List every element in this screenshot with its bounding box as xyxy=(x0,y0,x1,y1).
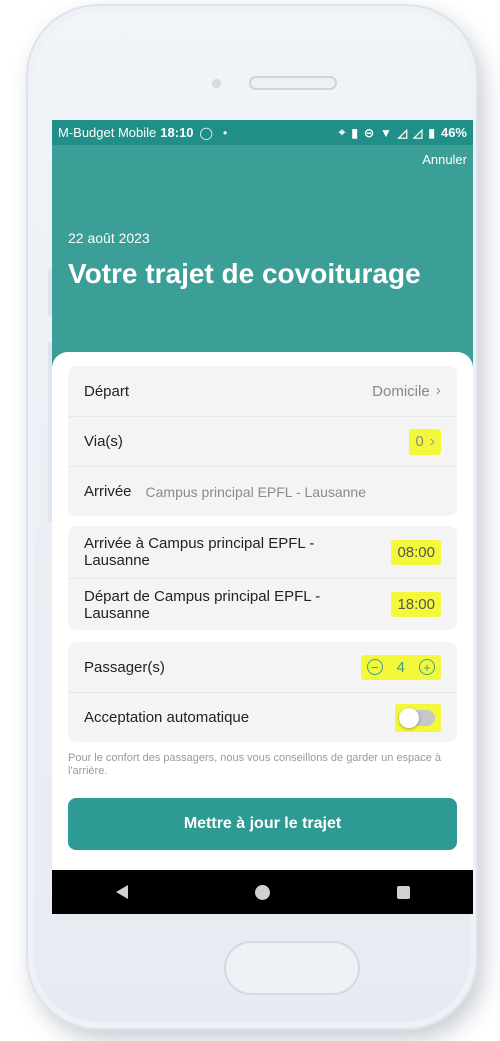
arrival-time-row[interactable]: Arrivée à Campus principal EPFL - Lausan… xyxy=(68,526,457,578)
whatsapp-icon: ◯ xyxy=(199,125,213,140)
auto-accept-toggle[interactable] xyxy=(399,707,435,728)
times-card: Arrivée à Campus principal EPFL - Lausan… xyxy=(68,526,457,630)
home-hardware-button[interactable] xyxy=(224,941,360,995)
via-label: Via(s) xyxy=(84,433,123,450)
location-icon: ⌖ xyxy=(338,125,346,139)
back-icon[interactable] xyxy=(115,885,128,899)
departure-time-label: Départ de Campus principal EPFL - Lausan… xyxy=(84,587,321,622)
home-icon[interactable] xyxy=(254,884,270,900)
auto-accept-label: Acceptation automatique xyxy=(84,709,250,726)
departure-value: Domicile xyxy=(372,382,430,400)
update-trip-button[interactable]: Mettre à jour le trajet xyxy=(68,798,457,850)
passengers-card: Passager(s) − 4 + Acceptation automatiqu… xyxy=(68,642,457,742)
signal-icon: ◿ xyxy=(413,125,423,140)
via-row[interactable]: Via(s) 0 › xyxy=(68,416,457,466)
via-count: 0 xyxy=(415,433,424,450)
clock: 18:10 xyxy=(160,125,194,140)
departure-time-value[interactable]: 18:00 xyxy=(391,592,441,617)
page-title: Votre trajet de covoiturage xyxy=(68,258,421,289)
dot-icon: • xyxy=(222,125,228,140)
recent-apps-icon[interactable] xyxy=(396,885,410,899)
departure-time-row[interactable]: Départ de Campus principal EPFL - Lausan… xyxy=(68,578,457,630)
arrival-value: Campus principal EPFL - Lausanne xyxy=(145,483,367,500)
toggle-knob xyxy=(399,707,419,728)
minus-circle-icon[interactable]: − xyxy=(366,659,383,675)
plus-circle-icon[interactable]: + xyxy=(419,659,435,675)
phone-screen: M-Budget Mobile 18:10 ◯ • ⌖ ▮ ⊝ ▼ ◿ ◿ ▮ … xyxy=(52,120,473,914)
arrival-time-value[interactable]: 08:00 xyxy=(391,539,441,565)
chevron-right-icon: › xyxy=(435,382,441,399)
departure-label: Départ xyxy=(84,382,130,400)
departure-row[interactable]: Départ Domicile › xyxy=(68,366,457,416)
auto-accept-row: Acceptation automatique xyxy=(68,692,457,742)
route-card: Départ Domicile › Via(s) 0 › Arrivée Cam… xyxy=(68,366,457,516)
battery-level: 46% xyxy=(440,125,467,140)
passengers-row: Passager(s) − 4 + xyxy=(68,642,457,692)
wifi-icon: ▼ xyxy=(380,125,392,140)
arrival-label: Arrivée xyxy=(84,483,132,500)
carrier-name: M-Budget Mobile xyxy=(58,125,157,140)
signal-icon: ◿ xyxy=(397,125,408,140)
dnd-icon: ⊝ xyxy=(363,125,374,140)
passengers-label: Passager(s) xyxy=(84,658,165,676)
chevron-right-icon: › xyxy=(429,432,435,450)
trip-form-sheet: Départ Domicile › Via(s) 0 › Arrivée Cam… xyxy=(52,352,473,872)
passenger-stepper: − 4 + xyxy=(360,654,441,680)
battery-icon: ▮ xyxy=(428,125,435,140)
status-bar: M-Budget Mobile 18:10 ◯ • ⌖ ▮ ⊝ ▼ ◿ ◿ ▮ … xyxy=(52,120,473,145)
cancel-button[interactable]: Annuler xyxy=(422,152,467,167)
arrival-time-label: Arrivée à Campus principal EPFL - Lausan… xyxy=(84,535,315,569)
vibrate-icon: ▮ xyxy=(351,125,358,140)
trip-date: 22 août 2023 xyxy=(68,230,150,246)
arrival-row: Arrivée Campus principal EPFL - Lausanne xyxy=(68,466,457,516)
android-nav-bar xyxy=(52,870,473,914)
camera-icon xyxy=(212,79,221,88)
speaker-grille xyxy=(249,76,337,90)
comfort-note: Pour le confort des passagers, nous vous… xyxy=(68,752,442,777)
passenger-count: 4 xyxy=(396,658,405,676)
